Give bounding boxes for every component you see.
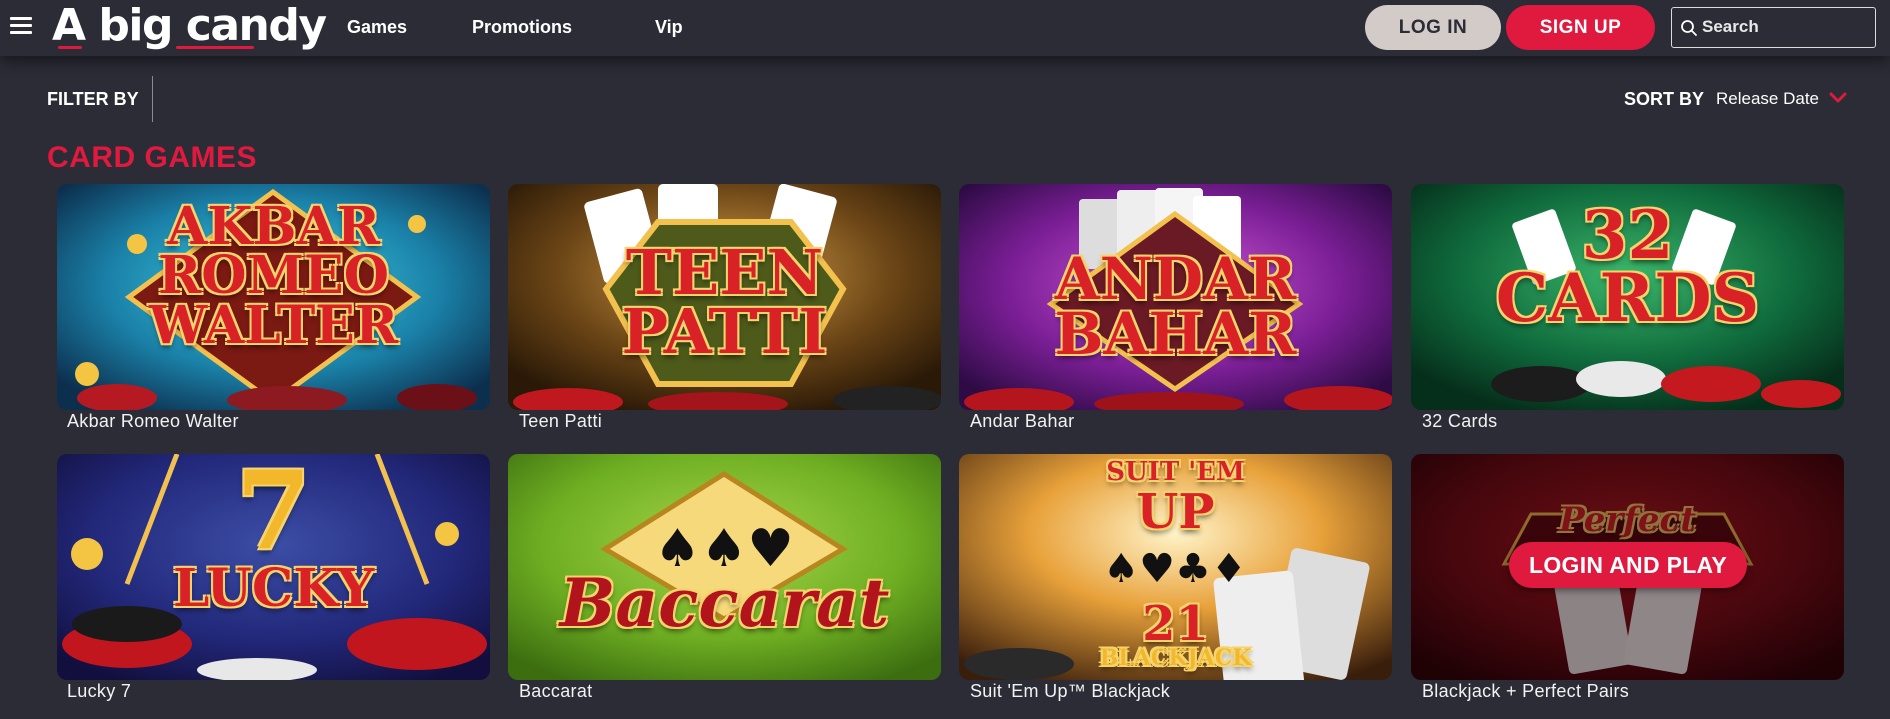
nav-vip[interactable]: Vip bbox=[655, 17, 683, 38]
nav-promotions[interactable]: Promotions bbox=[472, 17, 572, 38]
search-input[interactable] bbox=[1702, 14, 1867, 40]
game-tile-blackjack-perfect-pairs[interactable]: Perfect LOGIN AND PLAY bbox=[1411, 454, 1844, 680]
game-art-blackjack: BLACKJACK bbox=[1099, 645, 1252, 671]
game-tile-lucky-7[interactable]: 7 LUCKY bbox=[57, 454, 490, 680]
signup-button[interactable]: SIGN UP bbox=[1506, 5, 1655, 50]
game-title[interactable]: 32 Cards bbox=[1422, 411, 1497, 432]
game-art-title: AKBAR ROMEO WALTER bbox=[148, 196, 399, 356]
login-button[interactable]: LOG IN bbox=[1365, 5, 1501, 50]
game-title[interactable]: Andar Bahar bbox=[970, 411, 1074, 432]
game-title[interactable]: Suit 'Em Up™ Blackjack bbox=[970, 681, 1170, 702]
game-tile-suit-em-up-blackjack[interactable]: ♠♥♣♦ SUIT 'EM UP 21 BLACKJACK bbox=[959, 454, 1392, 680]
game-title[interactable]: Baccarat bbox=[519, 681, 592, 702]
game-art-title: TEEN PATTI bbox=[621, 236, 828, 368]
game-tile-akbar-romeo-walter[interactable]: AKBAR ROMEO WALTER bbox=[57, 184, 490, 410]
logo-underline bbox=[56, 46, 296, 49]
sort-select[interactable]: Release Date bbox=[1716, 89, 1819, 109]
game-tile-teen-patti[interactable]: TEEN PATTI bbox=[508, 184, 941, 410]
search-box[interactable] bbox=[1671, 7, 1876, 48]
game-art-title: SUIT 'EM bbox=[1106, 457, 1245, 487]
site-logo[interactable]: A big candy bbox=[52, 0, 327, 52]
game-art-title: Baccarat bbox=[559, 564, 890, 642]
section-title: CARD GAMES bbox=[47, 141, 258, 174]
filter-by-toggle[interactable]: FILTER BY bbox=[47, 89, 139, 110]
game-art-title: ANDAR BAHAR bbox=[1054, 245, 1297, 369]
game-art-title-up: UP bbox=[1136, 484, 1215, 540]
game-art-title: 7 bbox=[235, 454, 312, 574]
game-art-subtitle: LUCKY bbox=[172, 558, 375, 619]
hamburger-menu-icon[interactable] bbox=[10, 17, 32, 35]
top-header: A big candy Games Promotions Vip LOG IN … bbox=[0, 0, 1890, 56]
game-tile-baccarat[interactable]: ♠♠♥ Baccarat bbox=[508, 454, 941, 680]
svg-text:♠♥♣♦: ♠♥♣♦ bbox=[1103, 546, 1246, 592]
game-tile-32-cards[interactable]: 32 CARDS bbox=[1411, 184, 1844, 410]
game-title[interactable]: Lucky 7 bbox=[67, 681, 131, 702]
sort-by-label: SORT BY bbox=[1624, 89, 1705, 109]
game-art-title: 32 CARDS bbox=[1495, 196, 1760, 337]
game-art-21: 21 bbox=[1142, 596, 1209, 652]
game-title[interactable]: Teen Patti bbox=[519, 411, 602, 432]
game-title[interactable]: Blackjack + Perfect Pairs bbox=[1422, 681, 1629, 702]
nav-games[interactable]: Games bbox=[347, 17, 407, 38]
login-and-play-button[interactable]: LOGIN AND PLAY bbox=[1509, 542, 1747, 588]
game-tile-andar-bahar[interactable]: ANDAR BAHAR bbox=[959, 184, 1392, 410]
game-title[interactable]: Akbar Romeo Walter bbox=[67, 411, 239, 432]
search-icon bbox=[1681, 20, 1697, 36]
chevron-down-icon[interactable] bbox=[1829, 91, 1847, 105]
filter-divider bbox=[152, 76, 153, 122]
